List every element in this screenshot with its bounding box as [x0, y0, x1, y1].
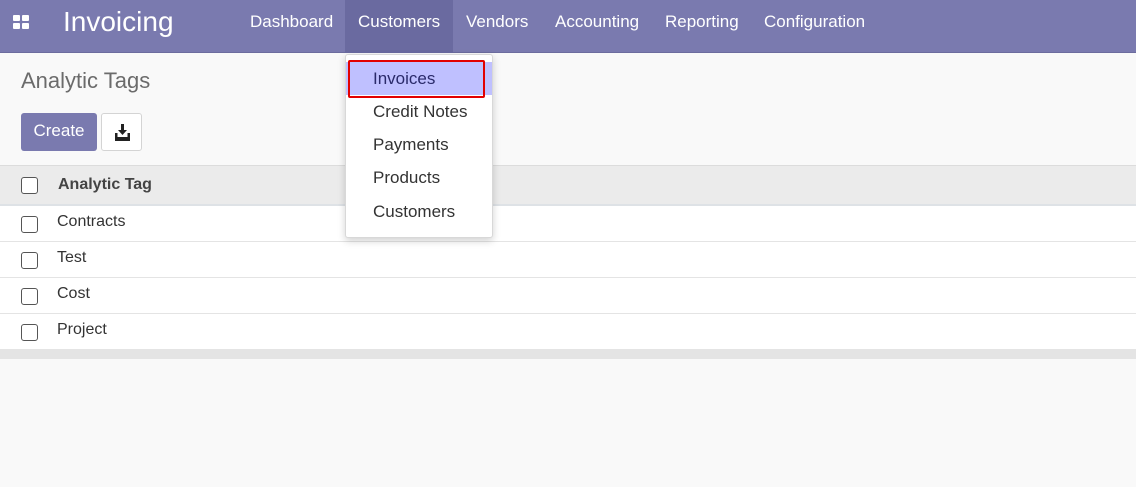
analytic-tags-table: Analytic Tag Contracts Test Cost Project [0, 165, 1136, 359]
row-checkbox[interactable] [21, 288, 38, 305]
apps-grid-icon[interactable] [13, 15, 29, 29]
row-checkbox[interactable] [21, 324, 38, 341]
table-footer [0, 350, 1136, 359]
menu-accounting[interactable]: Accounting [542, 0, 652, 53]
dropdown-item-customers[interactable]: Customers [346, 195, 492, 228]
main-content: Analytic Tags Create Analytic Tag Contra… [0, 53, 1136, 487]
annotation-highlight-box [348, 60, 485, 98]
row-checkbox[interactable] [21, 216, 38, 233]
row-label: Test [57, 249, 87, 266]
dropdown-item-credit-notes[interactable]: Credit Notes [346, 95, 492, 128]
select-all-checkbox[interactable] [21, 177, 38, 194]
table-header: Analytic Tag [0, 165, 1136, 206]
table-row[interactable]: Cost [0, 278, 1136, 314]
menu-reporting[interactable]: Reporting [652, 0, 752, 53]
customers-dropdown-menu: Invoices Credit Notes Payments Products … [345, 54, 493, 238]
column-header-analytic-tag[interactable]: Analytic Tag [58, 176, 152, 194]
row-label: Cost [57, 285, 90, 302]
menu-dashboard[interactable]: Dashboard [237, 0, 346, 53]
dropdown-item-payments[interactable]: Payments [346, 128, 492, 161]
table-row[interactable]: Contracts [0, 206, 1136, 242]
row-label: Project [57, 321, 107, 338]
menu-customers[interactable]: Customers [345, 0, 453, 53]
menu-configuration[interactable]: Configuration [751, 0, 878, 53]
menu-vendors[interactable]: Vendors [453, 0, 541, 53]
top-navbar: Invoicing Dashboard Customers Vendors Ac… [0, 0, 1136, 53]
download-icon [115, 124, 130, 141]
download-button[interactable] [101, 113, 142, 151]
create-button[interactable]: Create [21, 113, 97, 151]
dropdown-item-products[interactable]: Products [346, 161, 492, 194]
row-label: Contracts [57, 213, 126, 230]
table-row[interactable]: Project [0, 314, 1136, 350]
app-title: Invoicing [63, 6, 174, 37]
row-checkbox[interactable] [21, 252, 38, 269]
table-row[interactable]: Test [0, 242, 1136, 278]
page-title: Analytic Tags [21, 68, 151, 93]
